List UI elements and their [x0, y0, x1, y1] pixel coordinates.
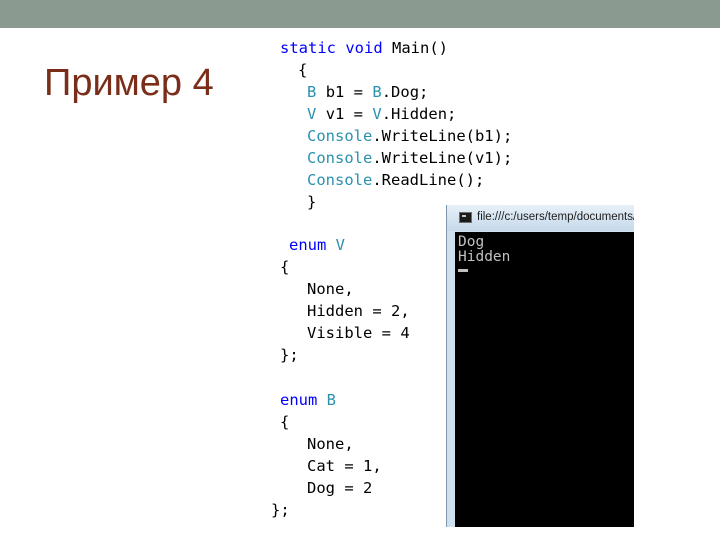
- code-line: enum B: [280, 391, 337, 409]
- code-line: };: [280, 346, 299, 364]
- code-line: };: [271, 501, 290, 519]
- console-output: Dog Hidden: [458, 235, 510, 265]
- code-line: {: [280, 413, 290, 431]
- code-line: Hidden = 2,: [307, 302, 410, 320]
- code-line: Console.WriteLine(b1);: [307, 127, 513, 145]
- code-line: {: [280, 258, 290, 276]
- console-title-bar[interactable]: file:///c:/users/temp/documents/vi: [447, 205, 634, 231]
- code-line: static void Main(): [280, 39, 449, 57]
- code-line: Console.ReadLine();: [307, 171, 485, 189]
- console-body: Dog Hidden: [455, 232, 634, 527]
- code-line: enum V: [289, 236, 346, 254]
- code-line: {: [298, 61, 308, 79]
- console-icon: [459, 212, 472, 223]
- code-line: None,: [307, 435, 354, 453]
- console-line: Hidden: [458, 249, 511, 265]
- code-line: None,: [307, 280, 354, 298]
- code-line: Visible = 4: [307, 324, 410, 342]
- slide-top-bar: [0, 0, 720, 28]
- console-title: file:///c:/users/temp/documents/vi: [477, 211, 634, 223]
- code-line: V v1 = V.Hidden;: [307, 105, 457, 123]
- slide-title: Пример 4: [44, 62, 214, 104]
- enum-b-code: enum B { None, Cat = 1, Dog = 2 };: [0, 0, 382, 519]
- code-line: Cat = 1,: [307, 457, 382, 475]
- console-cursor: [458, 269, 468, 272]
- code-line: Dog = 2: [307, 479, 373, 497]
- console-line: Dog: [458, 234, 485, 250]
- console-window: file:///c:/users/temp/documents/vi Dog Hi…: [446, 205, 634, 527]
- code-line: Console.WriteLine(v1);: [307, 149, 513, 167]
- code-line: }: [307, 193, 317, 211]
- code-line: B b1 = B.Dog;: [307, 83, 429, 101]
